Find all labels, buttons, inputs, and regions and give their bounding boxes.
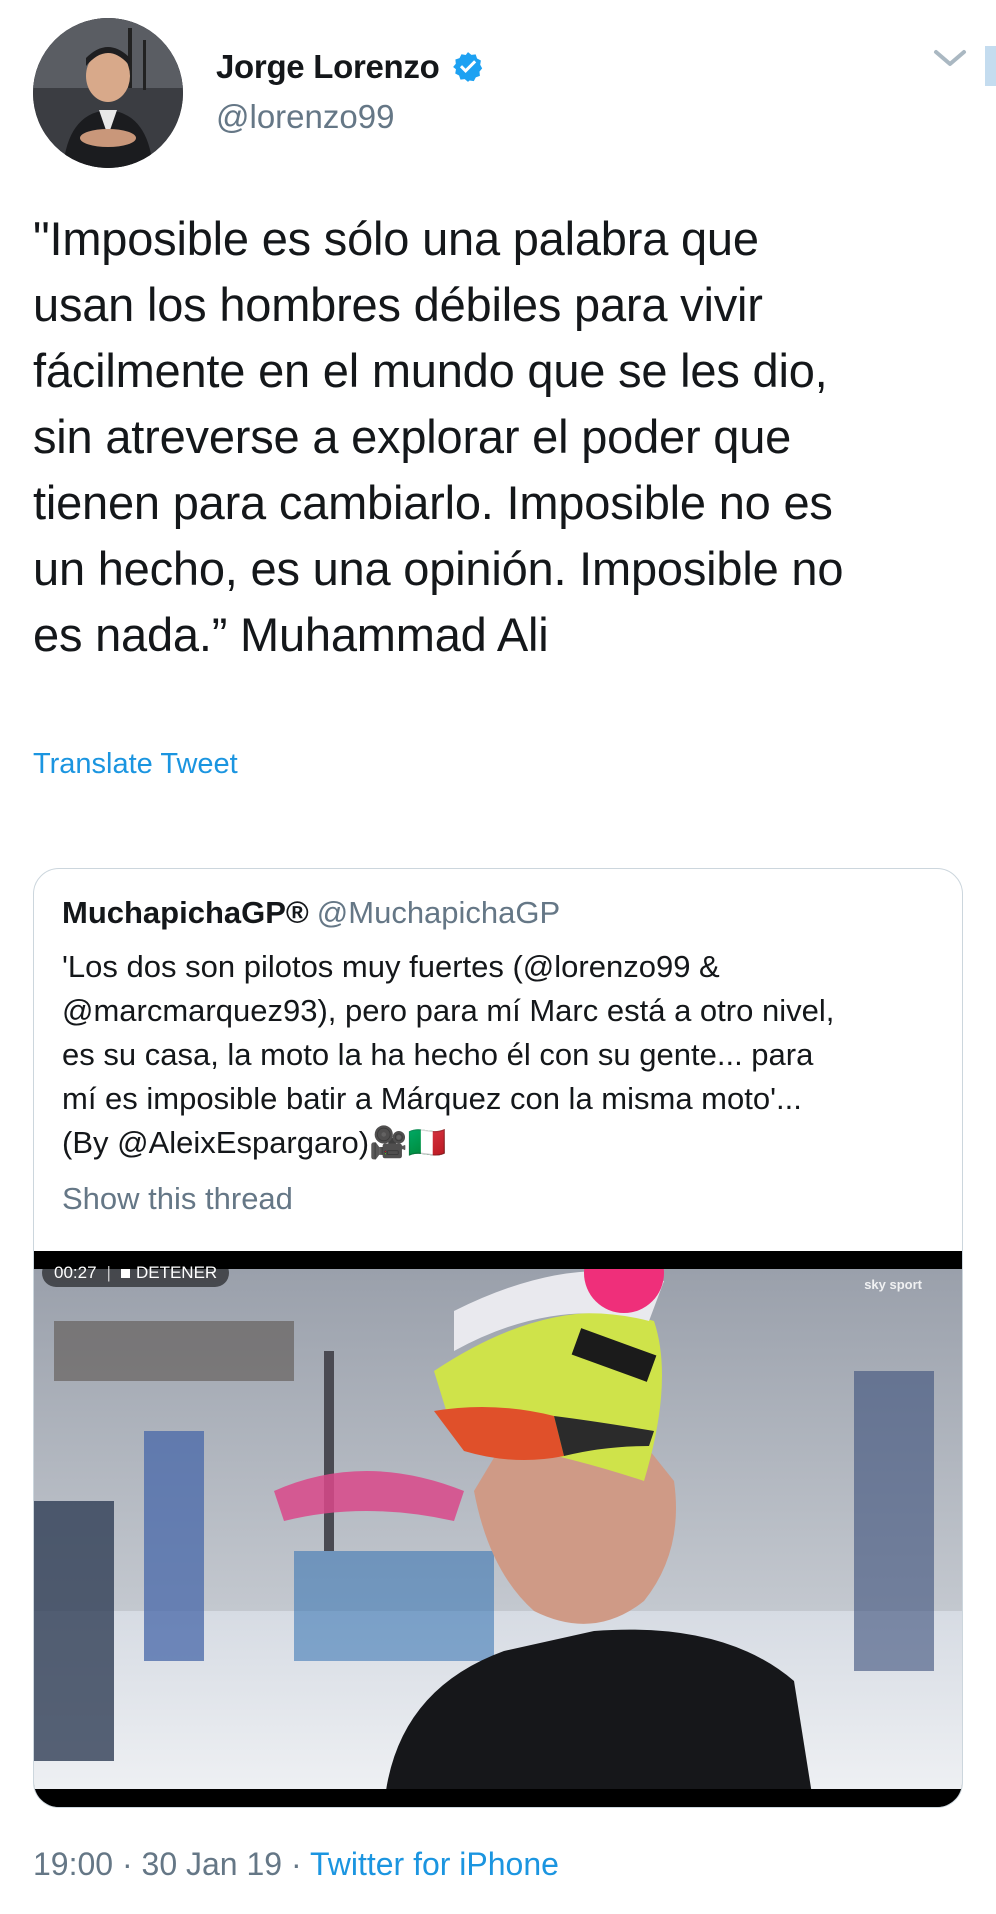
- show-thread-link[interactable]: Show this thread: [62, 1181, 293, 1217]
- tweet-timestamp-row: 19:00 · 30 Jan 19 · Twitter for iPhone: [33, 1846, 559, 1883]
- tweet-date: 30 Jan 19: [141, 1846, 283, 1882]
- separator-dot: ·: [282, 1846, 310, 1882]
- quoted-author-name: MuchapichaGP®: [62, 895, 309, 930]
- chevron-down-icon[interactable]: [930, 44, 970, 74]
- quoted-tweet-card[interactable]: MuchapichaGP® @MuchapichaGP 'Los dos son …: [33, 868, 963, 1808]
- badge-separator: |: [106, 1263, 111, 1282]
- video-frame: [34, 1251, 962, 1807]
- tweet-text: "Imposible es sólo una palabra que usan …: [33, 212, 844, 661]
- separator-dot: ·: [113, 1846, 142, 1882]
- avatar[interactable]: [33, 18, 183, 168]
- translate-tweet-link[interactable]: Translate Tweet: [33, 748, 238, 781]
- tweet-time: 19:00: [33, 1846, 114, 1882]
- author-name-row[interactable]: Jorge Lorenzo: [216, 48, 485, 86]
- tweet-detail: Jorge Lorenzo @lorenzo99 "Imposible es s…: [0, 0, 996, 1914]
- quoted-author-handle: @MuchapichaGP: [316, 895, 561, 930]
- quoted-tweet-header: MuchapichaGP® @MuchapichaGP: [62, 895, 560, 931]
- video-stop-label: DETENER: [135, 1263, 218, 1282]
- author-name[interactable]: Jorge Lorenzo: [216, 48, 440, 86]
- tweet-source-link[interactable]: Twitter for iPhone: [310, 1846, 559, 1882]
- avatar-photo: [33, 18, 183, 168]
- stop-icon: [120, 1268, 130, 1278]
- author-handle[interactable]: @lorenzo99: [216, 98, 394, 136]
- video-player[interactable]: 00:27 | DETENER sky sport: [34, 1251, 962, 1807]
- channel-logo: sky sport: [864, 1277, 922, 1292]
- verified-badge-icon: [451, 50, 485, 84]
- quoted-tweet-text: 'Los dos son pilotos muy fuertes (@loren…: [62, 949, 835, 1160]
- video-status-badge[interactable]: 00:27 | DETENER: [42, 1259, 230, 1287]
- video-elapsed-time: 00:27: [54, 1263, 97, 1282]
- scrollbar-edge: [985, 46, 996, 86]
